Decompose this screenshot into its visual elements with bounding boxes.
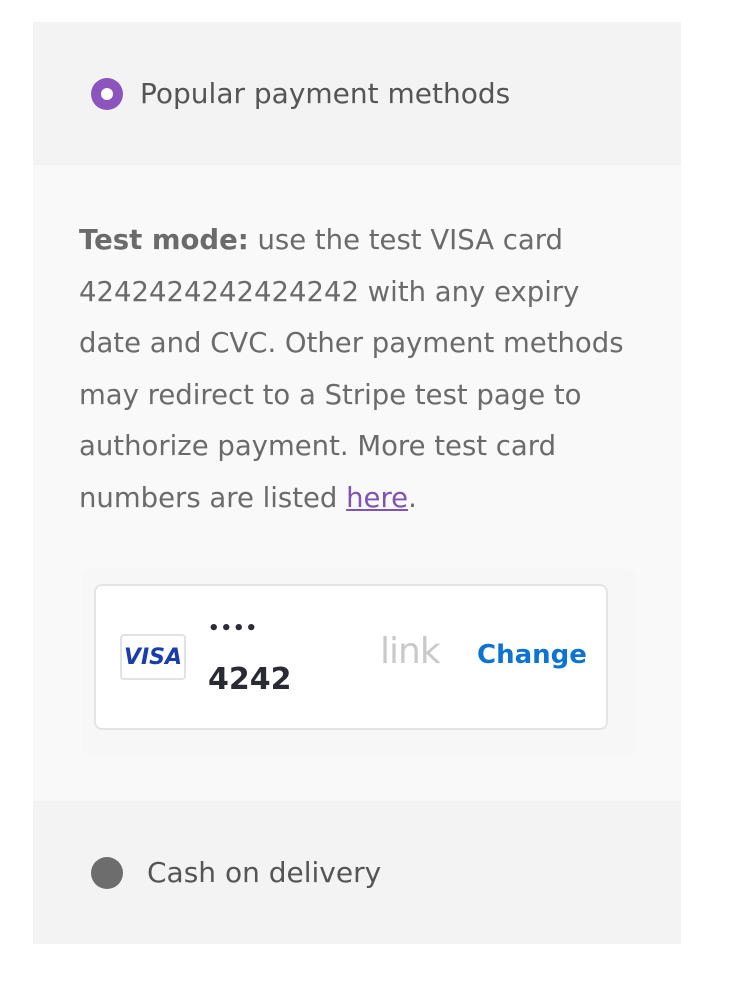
saved-card: VISA •••• 4242 link Change [94, 584, 608, 730]
change-card-button[interactable]: Change [477, 640, 587, 670]
radio-unselected-icon[interactable] [91, 856, 123, 889]
test-cards-link[interactable]: here [346, 482, 408, 514]
payment-method-label: Popular payment methods [140, 77, 511, 110]
card-last-four: 4242 [208, 662, 292, 697]
link-logo-icon: link [380, 631, 441, 672]
payment-methods-panel: Popular payment methods Test mode: use t… [33, 22, 681, 944]
test-mode-text: use the test VISA card 4242424242424242 … [79, 224, 624, 514]
payment-method-popular[interactable]: Popular payment methods [33, 22, 681, 165]
radio-selected-icon[interactable] [91, 77, 123, 110]
payment-method-cod[interactable]: Cash on delivery [33, 801, 681, 944]
card-masked-dots: •••• [208, 618, 259, 639]
payment-method-label: Cash on delivery [147, 856, 382, 889]
test-mode-label: Test mode: [79, 224, 249, 256]
test-mode-description: Test mode: use the test VISA card 424242… [79, 215, 639, 525]
description-suffix: . [408, 481, 417, 514]
visa-card-icon: VISA [120, 634, 186, 680]
